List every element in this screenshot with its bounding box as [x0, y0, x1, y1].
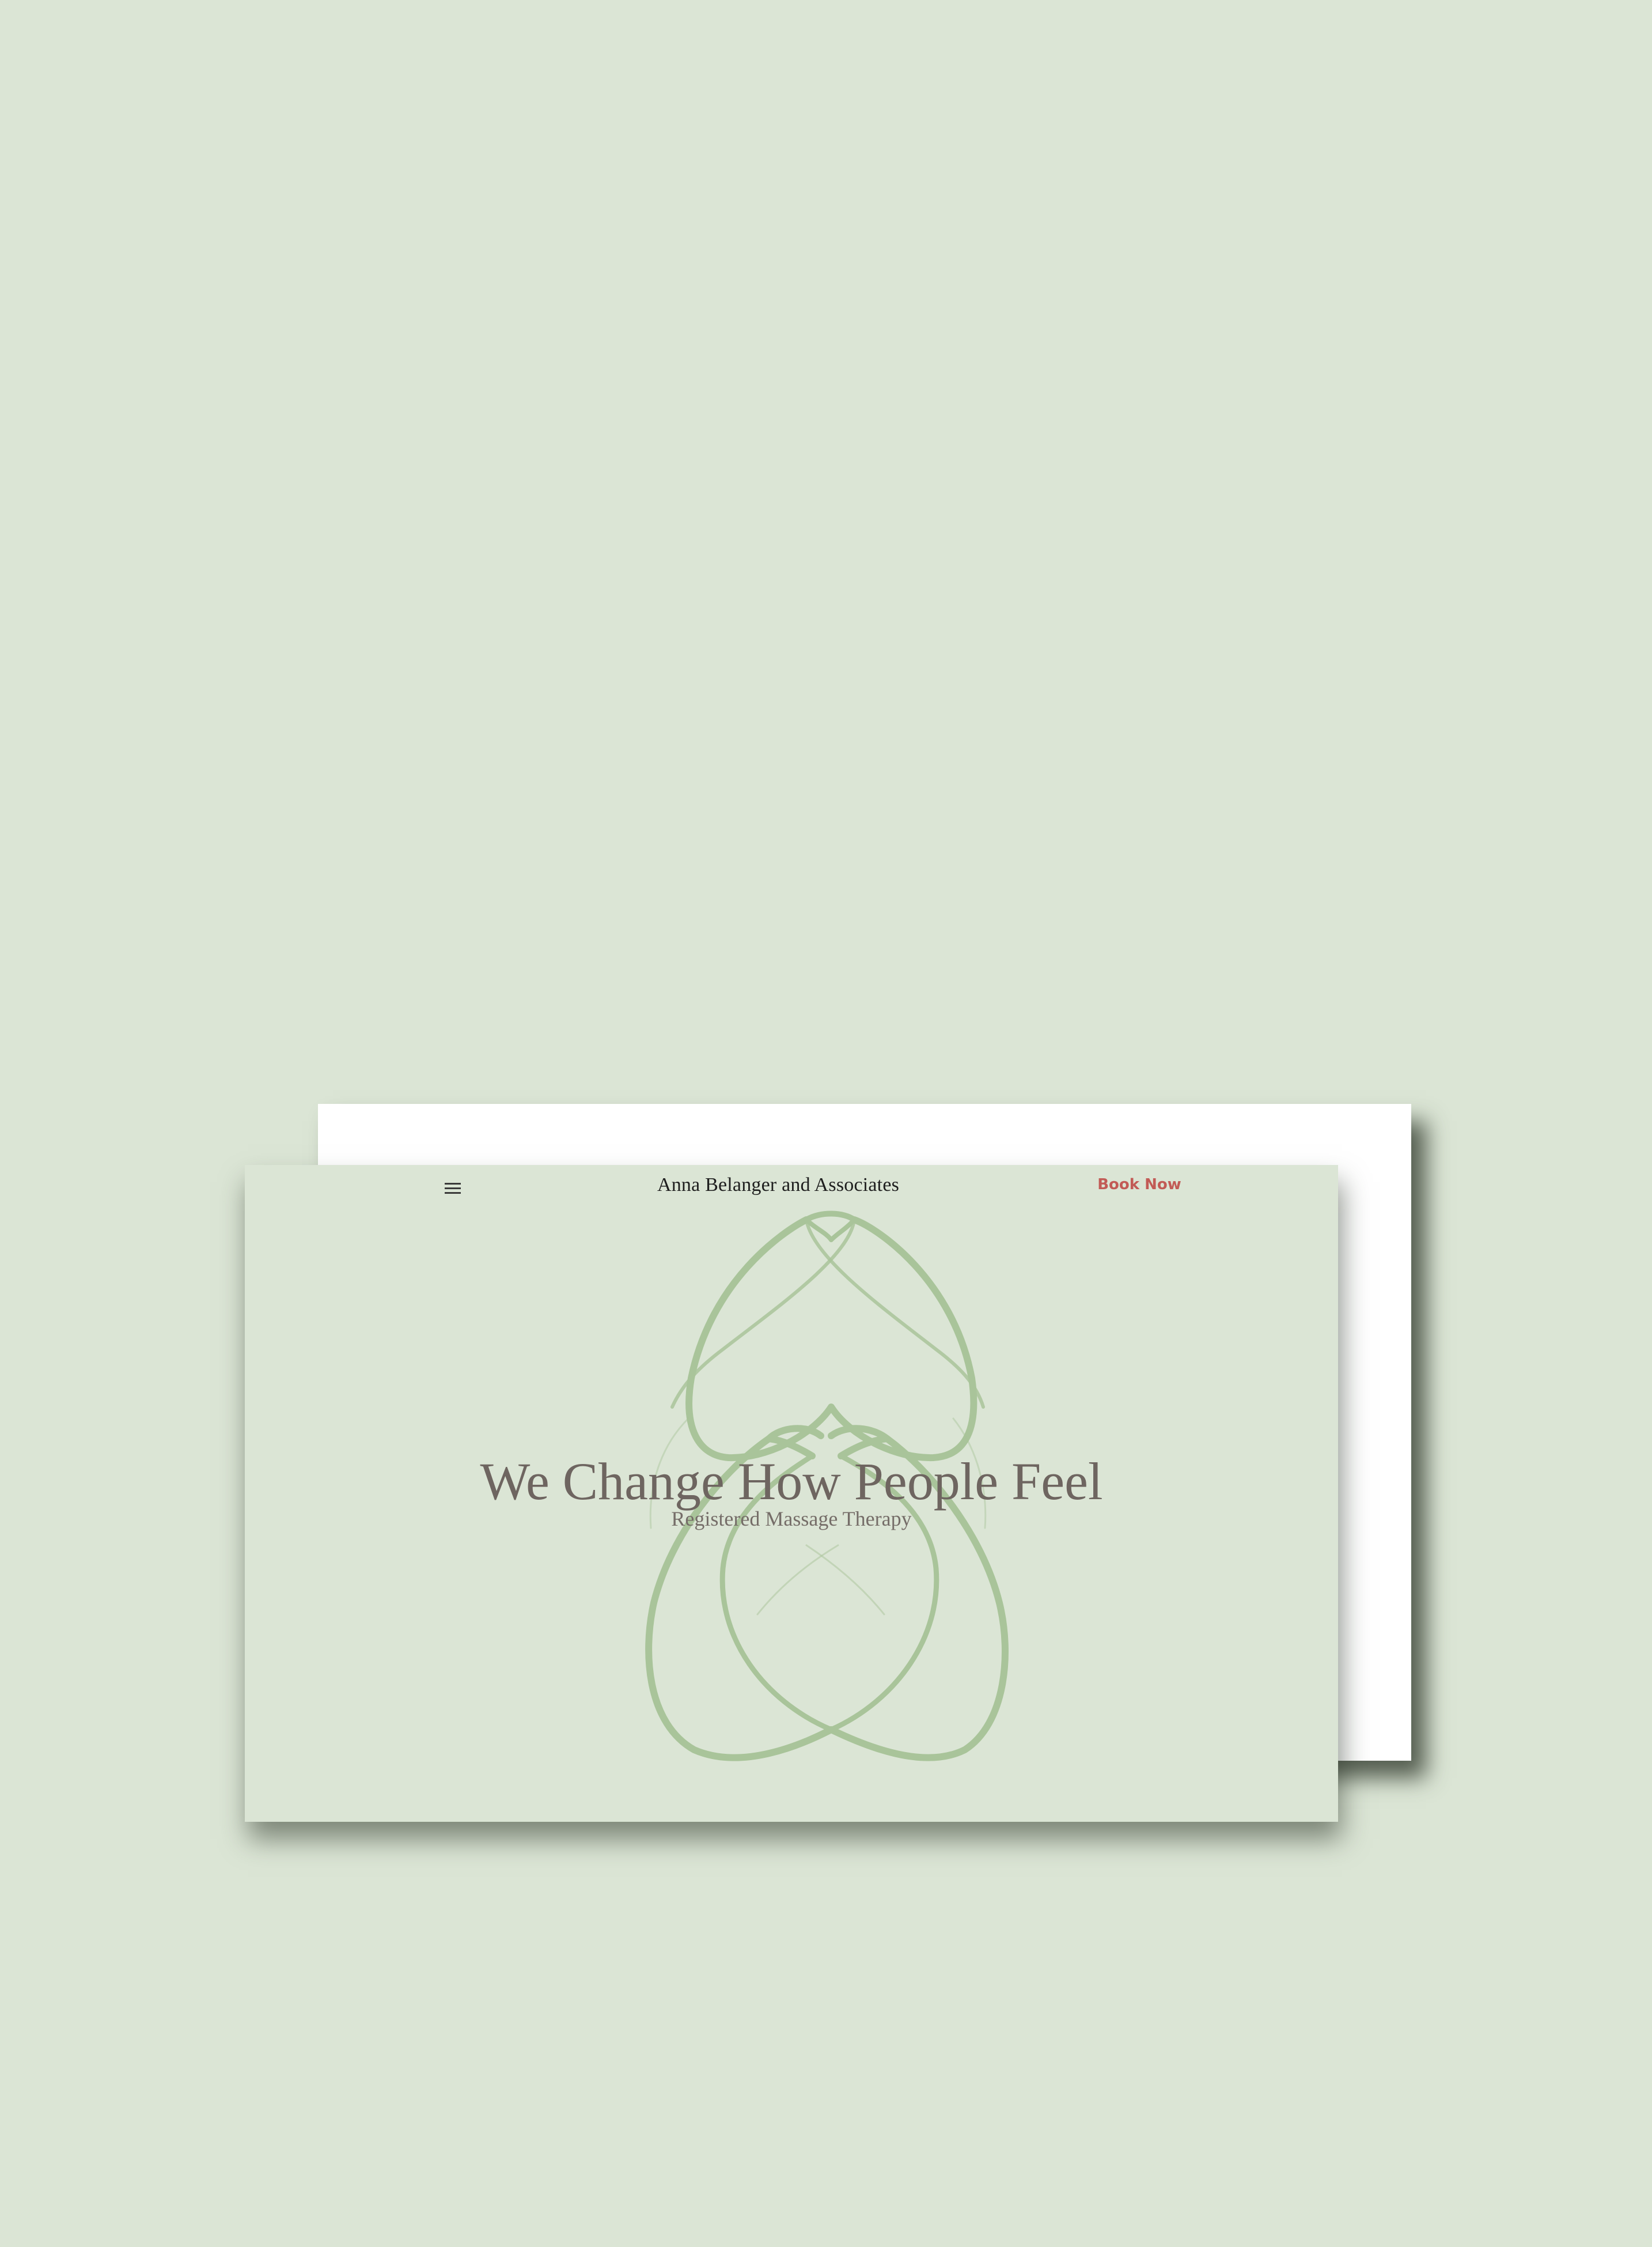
site-title-text[interactable]: Anna Belanger and Associates: [657, 1174, 899, 1196]
hero-heading: We Change How People Feel: [480, 1452, 1103, 1511]
hero-subheading: Registered Massage Therapy: [671, 1507, 912, 1530]
book-now-button[interactable]: Book Now: [1082, 1176, 1197, 1193]
website-preview-card: Anna Belanger and Associates Book Now We…: [245, 1165, 1338, 1822]
top-navigation-bar: Anna Belanger and Associates Book Now: [245, 1165, 1338, 1211]
